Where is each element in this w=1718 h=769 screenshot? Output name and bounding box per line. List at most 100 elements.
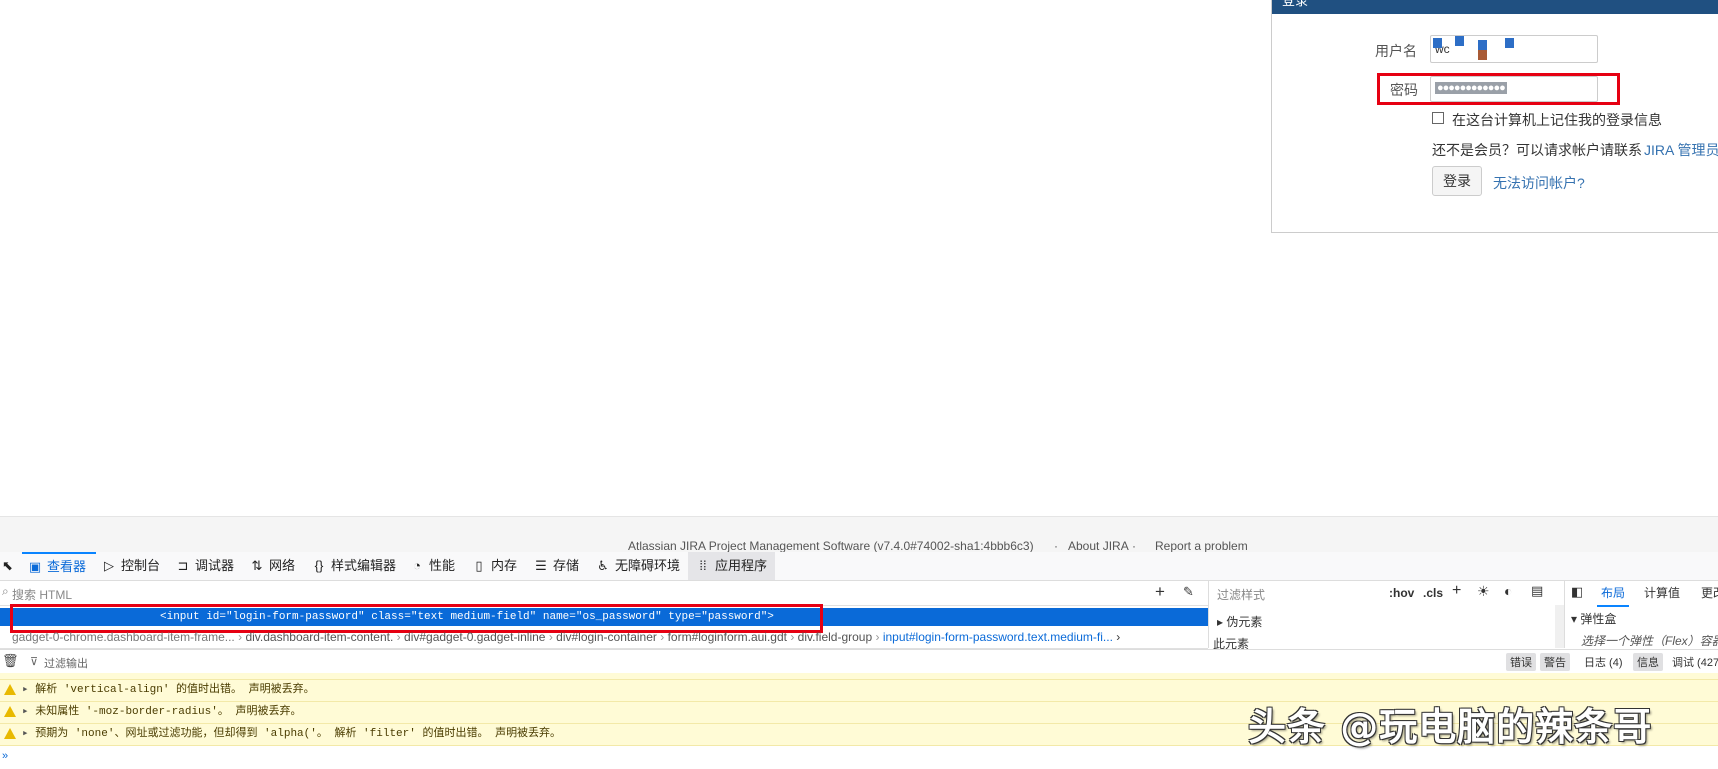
tab-layout[interactable]: 布局: [1597, 584, 1630, 607]
breadcrumb: gadget-0-chrome.dashboard-item-frame... …: [0, 626, 1208, 649]
tab-debugger[interactable]: ⊐ 调试器: [176, 552, 234, 580]
breadcrumb-item[interactable]: div.dashboard-item-content.: [245, 630, 393, 644]
print-media-icon[interactable]: ▤: [1531, 583, 1543, 599]
breadcrumb-item[interactable]: div.field-group: [798, 630, 872, 644]
application-icon: ⁞⁞: [699, 558, 707, 573]
memory-icon: ▯: [475, 558, 483, 573]
console-toolbar: 🗑 ⊽ 过滤输出 错误 警告 日志 (4) 信息 调试 (427: [0, 649, 1718, 674]
tab-label: 控制台: [121, 558, 161, 573]
filter-debug-button[interactable]: 调试 (427: [1668, 653, 1718, 671]
username-label: 用户名: [1375, 43, 1417, 59]
devtools-toolbar: ⬉ ▣ 查看器 ▷ 控制台 ⊐ 调试器 ⇅ 网络 {} 样式编辑器 ◔ 性能 ▯ 内存 ☰ 存储…: [0, 552, 1718, 581]
debugger-icon: ⊐: [177, 558, 189, 573]
footer-about-link[interactable]: About JIRA: [1068, 539, 1129, 553]
search-icon: ⌕: [2, 584, 9, 598]
page-footer: Atlassian JIRA Project Management Softwa…: [0, 516, 1718, 553]
rules-pane: 过滤样式 :hov .cls + ☀ ◐ ▤ ▸ 伪元素 此元素: [1208, 581, 1565, 651]
filter-logs-button[interactable]: 日志 (4): [1580, 653, 1627, 671]
add-node-icon[interactable]: +: [1155, 582, 1165, 602]
password-field[interactable]: ●●●●●●●●●●●●: [1430, 76, 1598, 102]
console-message-text: 解析 'vertical-align' 的值时出错。 声明被丢弃。: [35, 684, 315, 696]
warning-icon: [4, 683, 16, 695]
breadcrumb-item-current[interactable]: input#login-form-password.text.medium-fi…: [883, 630, 1113, 644]
warning-icon: [4, 705, 16, 717]
redaction-mosaic: [1505, 38, 1514, 48]
warning-icon: [4, 727, 16, 739]
tab-label: 无障碍环境: [615, 558, 681, 573]
breadcrumb-item[interactable]: div#login-container: [556, 630, 657, 644]
tab-network[interactable]: ⇅ 网络: [250, 552, 295, 580]
flexbox-section[interactable]: ▾ 弹性盒: [1571, 610, 1616, 627]
tab-storage[interactable]: ☰ 存储: [534, 552, 579, 580]
filter-info-button[interactable]: 信息: [1633, 653, 1663, 671]
login-header: 登录: [1272, 0, 1718, 14]
breadcrumb-item[interactable]: gadget-0-chrome.dashboard-item-frame...: [0, 630, 235, 644]
tab-changes[interactable]: 更改: [1701, 584, 1718, 601]
redaction-mosaic: [1478, 40, 1487, 50]
footer-report-link[interactable]: Report a problem: [1155, 539, 1248, 553]
cls-toggle[interactable]: .cls: [1423, 586, 1443, 600]
hov-toggle[interactable]: :hov: [1389, 586, 1414, 600]
cant-access-link[interactable]: 无法访问帐户?: [1493, 173, 1585, 193]
redaction-mosaic: [1455, 36, 1464, 46]
filter-errors-button[interactable]: 错误: [1506, 653, 1536, 671]
password-value: ●●●●●●●●●●●●: [1435, 82, 1507, 94]
tab-inspector[interactable]: ▣ 查看器: [22, 552, 96, 580]
tab-console[interactable]: ▷ 控制台: [102, 552, 160, 580]
console-message-partial: [0, 673, 1718, 680]
tab-label: 应用程序: [715, 558, 768, 573]
dark-theme-icon[interactable]: ◐: [1504, 583, 1512, 599]
breadcrumb-item[interactable]: div#gadget-0.gadget-inline: [404, 630, 545, 644]
add-rule-icon[interactable]: +: [1452, 582, 1461, 600]
console-filter-input[interactable]: 过滤输出: [44, 655, 88, 671]
trash-icon[interactable]: 🗑: [2, 653, 19, 669]
accessibility-icon: ♿: [597, 558, 609, 573]
eyedropper-icon[interactable]: ✎: [1183, 584, 1194, 600]
sidebar-toggle-icon[interactable]: ◧: [1571, 584, 1583, 600]
watermark-text: 头条 @玩电脑的辣条哥: [1248, 705, 1653, 749]
expand-arrow-icon[interactable]: ▸: [22, 728, 29, 740]
filter-warnings-button[interactable]: 警告: [1540, 653, 1570, 671]
pseudo-elements-toggle[interactable]: ▸ 伪元素: [1217, 613, 1262, 630]
expand-arrow-icon[interactable]: ▸: [22, 706, 29, 718]
layout-pane: ◧ 布局 计算值 更改 ▾ 弹性盒 选择一个弹性（Flex）容器: [1564, 581, 1718, 648]
inspector-icon: ▣: [28, 559, 42, 574]
remember-checkbox[interactable]: [1432, 112, 1444, 124]
tab-computed[interactable]: 计算值: [1644, 584, 1680, 601]
filter-styles-input[interactable]: 过滤样式: [1217, 586, 1265, 603]
tab-label: 样式编辑器: [331, 558, 397, 573]
jira-admin-link[interactable]: JIRA 管理员: [1644, 140, 1718, 160]
network-icon: ⇅: [251, 558, 263, 573]
not-member-text: 还不是会员？可以请求帐户请联系: [1432, 142, 1642, 158]
tab-label: 内存: [491, 558, 518, 573]
breadcrumb-item[interactable]: form#loginform.aui.gdt: [668, 630, 787, 644]
style-editor-icon: {}: [314, 558, 324, 573]
username-field[interactable]: wc: [1430, 35, 1598, 63]
tab-application[interactable]: ⁞⁞ 应用程序: [688, 552, 776, 580]
footer-product: Atlassian JIRA Project Management Softwa…: [628, 539, 1034, 553]
element-picker-icon[interactable]: ⬉: [2, 552, 13, 580]
expand-arrow-icon[interactable]: ▸: [22, 684, 29, 696]
tab-label: 调试器: [195, 558, 235, 573]
tab-accessibility[interactable]: ♿ 无障碍环境: [596, 552, 680, 580]
console-icon: ▷: [104, 558, 114, 573]
console-message-text: 未知属性 '-moz-border-radius'。 声明被丢弃。: [35, 706, 302, 718]
html-search-row: ⌕ 搜索 HTML + ✎: [0, 581, 1208, 606]
tab-label: 网络: [269, 558, 296, 573]
footer-separator: ·: [1054, 539, 1058, 553]
html-search-input[interactable]: 搜索 HTML: [12, 586, 72, 603]
tab-style-editor[interactable]: {} 样式编辑器: [312, 552, 396, 580]
redaction-mosaic: [1478, 50, 1487, 60]
pseudo-label: 伪元素: [1226, 615, 1263, 629]
performance-icon: ◔: [413, 558, 421, 573]
login-panel: 登录 用户名 wc 密码 ●●●●●●●●●●●● 在这台计算机上记住我的登录信…: [1271, 0, 1718, 233]
tab-memory[interactable]: ▯ 内存: [472, 552, 517, 580]
tab-label: 存储: [553, 558, 580, 573]
console-prompt-icon[interactable]: »: [2, 750, 8, 762]
login-button[interactable]: 登录: [1432, 166, 1482, 196]
redaction-mosaic: [1433, 38, 1442, 48]
storage-icon: ☰: [535, 558, 547, 573]
footer-separator: ·: [1132, 539, 1136, 553]
light-theme-icon[interactable]: ☀: [1477, 583, 1490, 600]
tab-performance[interactable]: ◔ 性能: [410, 552, 455, 580]
